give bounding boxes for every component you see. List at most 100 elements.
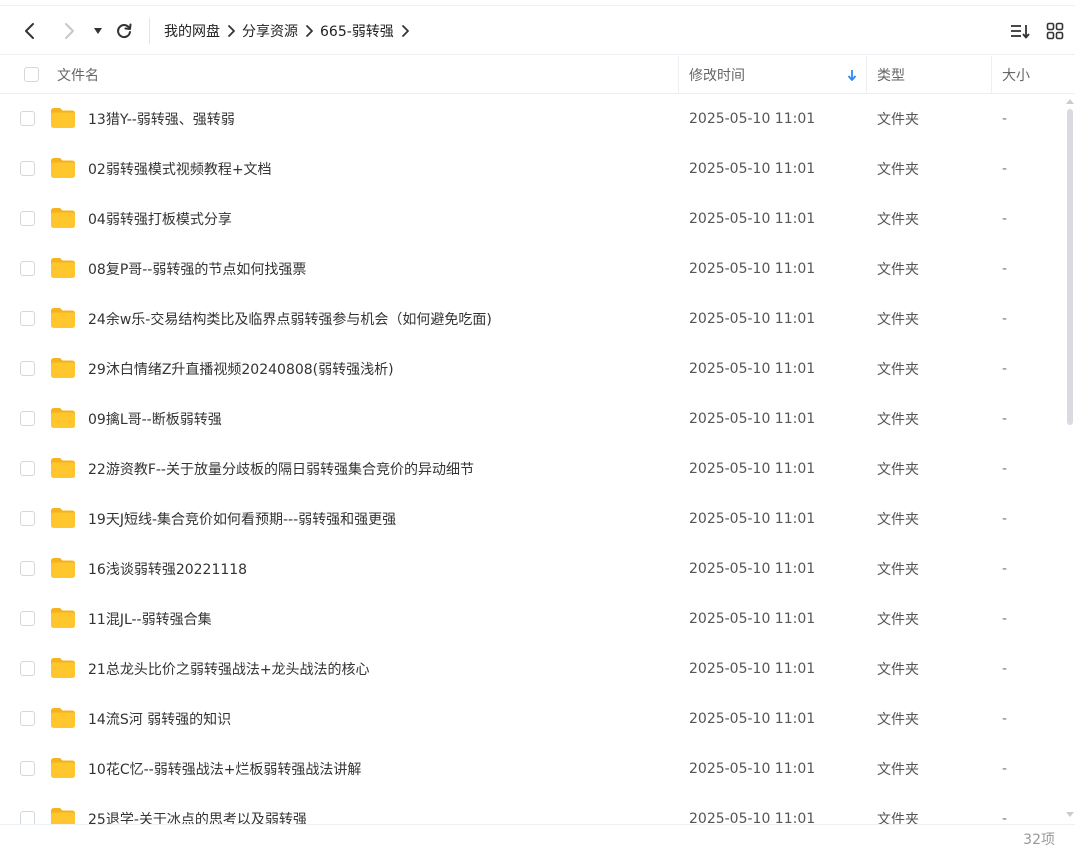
checkbox[interactable]: [20, 461, 35, 476]
checkbox[interactable]: [20, 511, 35, 526]
back-button[interactable]: [18, 19, 42, 43]
refresh-button[interactable]: [112, 19, 136, 43]
vertical-scrollbar[interactable]: [1065, 97, 1075, 819]
checkbox[interactable]: [20, 311, 35, 326]
row-checkbox[interactable]: [20, 611, 35, 626]
scrollbar-thumb[interactable]: [1067, 109, 1073, 425]
file-size: -: [1002, 511, 1008, 527]
breadcrumb-item-shared[interactable]: 分享资源: [242, 21, 298, 41]
row-checkbox[interactable]: [20, 211, 35, 226]
row-checkbox[interactable]: [20, 661, 35, 676]
breadcrumb-chevron-icon: [298, 24, 320, 38]
column-divider[interactable]: [991, 56, 992, 93]
row-checkbox[interactable]: [20, 811, 35, 824]
column-divider[interactable]: [678, 56, 679, 93]
checkbox[interactable]: [20, 561, 35, 576]
row-checkbox[interactable]: [20, 761, 35, 776]
checkbox[interactable]: [20, 411, 35, 426]
checkbox[interactable]: [24, 67, 39, 82]
file-row[interactable]: 29沐白情绪Z升直播视频20240808(弱转强浅析) 2025-05-10 11…: [0, 344, 1065, 394]
file-row[interactable]: 04弱转强打板模式分享 2025-05-10 11:01 文件夹 -: [0, 194, 1065, 244]
file-row[interactable]: 11混JL--弱转强合集 2025-05-10 11:01 文件夹 -: [0, 594, 1065, 644]
column-type-header[interactable]: 类型: [877, 56, 905, 93]
file-size: -: [1002, 611, 1008, 627]
file-name[interactable]: 09擒L哥--断板弱转强: [88, 394, 222, 444]
checkbox[interactable]: [20, 711, 35, 726]
sort-button[interactable]: [1008, 20, 1032, 42]
breadcrumb-item-current[interactable]: 665-弱转强: [320, 21, 394, 41]
file-name[interactable]: 10花C忆--弱转强战法+烂板弱转强战法讲解: [88, 744, 361, 794]
row-checkbox[interactable]: [20, 711, 35, 726]
column-divider[interactable]: [866, 56, 867, 93]
file-size: -: [1002, 411, 1008, 427]
file-row[interactable]: 25退学-关于冰点的思考以及弱转强 2025-05-10 11:01 文件夹 -: [0, 794, 1065, 824]
checkbox[interactable]: [20, 661, 35, 676]
select-all-checkbox[interactable]: [24, 56, 39, 93]
checkbox[interactable]: [20, 261, 35, 276]
folder-icon: [51, 108, 75, 128]
file-row[interactable]: 10花C忆--弱转强战法+烂板弱转强战法讲解 2025-05-10 11:01 文件…: [0, 744, 1065, 794]
checkbox[interactable]: [20, 811, 35, 824]
column-modified-header[interactable]: 修改时间: [689, 56, 745, 93]
checkbox[interactable]: [20, 761, 35, 776]
scroll-up-arrow-icon[interactable]: [1065, 97, 1075, 105]
file-name[interactable]: 08复P哥--弱转强的节点如何找强票: [88, 244, 306, 294]
breadcrumb-item-my-drive[interactable]: 我的网盘: [164, 21, 220, 41]
file-name[interactable]: 16浅谈弱转强20221118: [88, 544, 247, 594]
file-row[interactable]: 13猎Y--弱转强、强转弱 2025-05-10 11:01 文件夹 -: [0, 94, 1065, 144]
file-name[interactable]: 13猎Y--弱转强、强转弱: [88, 94, 235, 144]
forward-button[interactable]: [57, 19, 81, 43]
scroll-down-arrow-icon[interactable]: [1065, 811, 1075, 819]
file-type: 文件夹: [877, 612, 919, 628]
history-dropdown-button[interactable]: [89, 21, 107, 41]
checkbox[interactable]: [20, 611, 35, 626]
file-row[interactable]: 16浅谈弱转强20221118 2025-05-10 11:01 文件夹 -: [0, 544, 1065, 594]
row-checkbox[interactable]: [20, 461, 35, 476]
row-checkbox[interactable]: [20, 411, 35, 426]
file-row[interactable]: 22游资教F--关于放量分歧板的隔日弱转强集合竞价的异动细节 2025-05-10…: [0, 444, 1065, 494]
file-name[interactable]: 19天J短线-集合竞价如何看预期---弱转强和强更强: [88, 494, 396, 544]
folder-icon: [51, 208, 75, 228]
row-checkbox[interactable]: [20, 311, 35, 326]
file-name[interactable]: 25退学-关于冰点的思考以及弱转强: [88, 794, 307, 824]
file-name[interactable]: 04弱转强打板模式分享: [88, 194, 232, 244]
file-size: -: [1002, 711, 1008, 727]
sort-descending-icon[interactable]: [847, 56, 857, 93]
file-name[interactable]: 24余w乐-交易结构类比及临界点弱转强参与机会（如何避免吃面): [88, 294, 492, 344]
row-checkbox[interactable]: [20, 361, 35, 376]
file-type: 文件夹: [877, 462, 919, 478]
file-name[interactable]: 21总龙头比价之弱转强战法+龙头战法的核心: [88, 644, 370, 694]
folder-icon: [51, 308, 75, 328]
file-name[interactable]: 11混JL--弱转强合集: [88, 594, 212, 644]
file-name[interactable]: 02弱转强模式视频教程+文档: [88, 144, 272, 194]
row-checkbox[interactable]: [20, 261, 35, 276]
file-row[interactable]: 19天J短线-集合竞价如何看预期---弱转强和强更强 2025-05-10 11:…: [0, 494, 1065, 544]
checkbox[interactable]: [20, 111, 35, 126]
row-checkbox[interactable]: [20, 511, 35, 526]
file-row[interactable]: 08复P哥--弱转强的节点如何找强票 2025-05-10 11:01 文件夹 -: [0, 244, 1065, 294]
checkbox[interactable]: [20, 211, 35, 226]
folder-icon: [51, 158, 75, 178]
file-type: 文件夹: [877, 412, 919, 428]
file-modified-time: 2025-05-10 11:01: [689, 511, 816, 527]
file-row[interactable]: 02弱转强模式视频教程+文档 2025-05-10 11:01 文件夹 -: [0, 144, 1065, 194]
grid-view-icon: [1046, 22, 1064, 40]
row-checkbox[interactable]: [20, 111, 35, 126]
grid-view-button[interactable]: [1043, 20, 1067, 42]
folder-icon: [51, 758, 75, 778]
breadcrumb-chevron-icon[interactable]: [394, 24, 416, 38]
file-name[interactable]: 29沐白情绪Z升直播视频20240808(弱转强浅析): [88, 344, 394, 394]
file-row[interactable]: 24余w乐-交易结构类比及临界点弱转强参与机会（如何避免吃面) 2025-05-1…: [0, 294, 1065, 344]
file-row[interactable]: 09擒L哥--断板弱转强 2025-05-10 11:01 文件夹 -: [0, 394, 1065, 444]
file-name[interactable]: 22游资教F--关于放量分歧板的隔日弱转强集合竞价的异动细节: [88, 444, 474, 494]
row-checkbox[interactable]: [20, 561, 35, 576]
column-size-header[interactable]: 大小: [1002, 56, 1030, 93]
file-name[interactable]: 14流S河 弱转强的知识: [88, 694, 231, 744]
checkbox[interactable]: [20, 161, 35, 176]
file-row[interactable]: 21总龙头比价之弱转强战法+龙头战法的核心 2025-05-10 11:01 文件夹…: [0, 644, 1065, 694]
file-type: 文件夹: [877, 362, 919, 378]
row-checkbox[interactable]: [20, 161, 35, 176]
column-name-header[interactable]: 文件名: [57, 56, 99, 93]
checkbox[interactable]: [20, 361, 35, 376]
file-row[interactable]: 14流S河 弱转强的知识 2025-05-10 11:01 文件夹 -: [0, 694, 1065, 744]
